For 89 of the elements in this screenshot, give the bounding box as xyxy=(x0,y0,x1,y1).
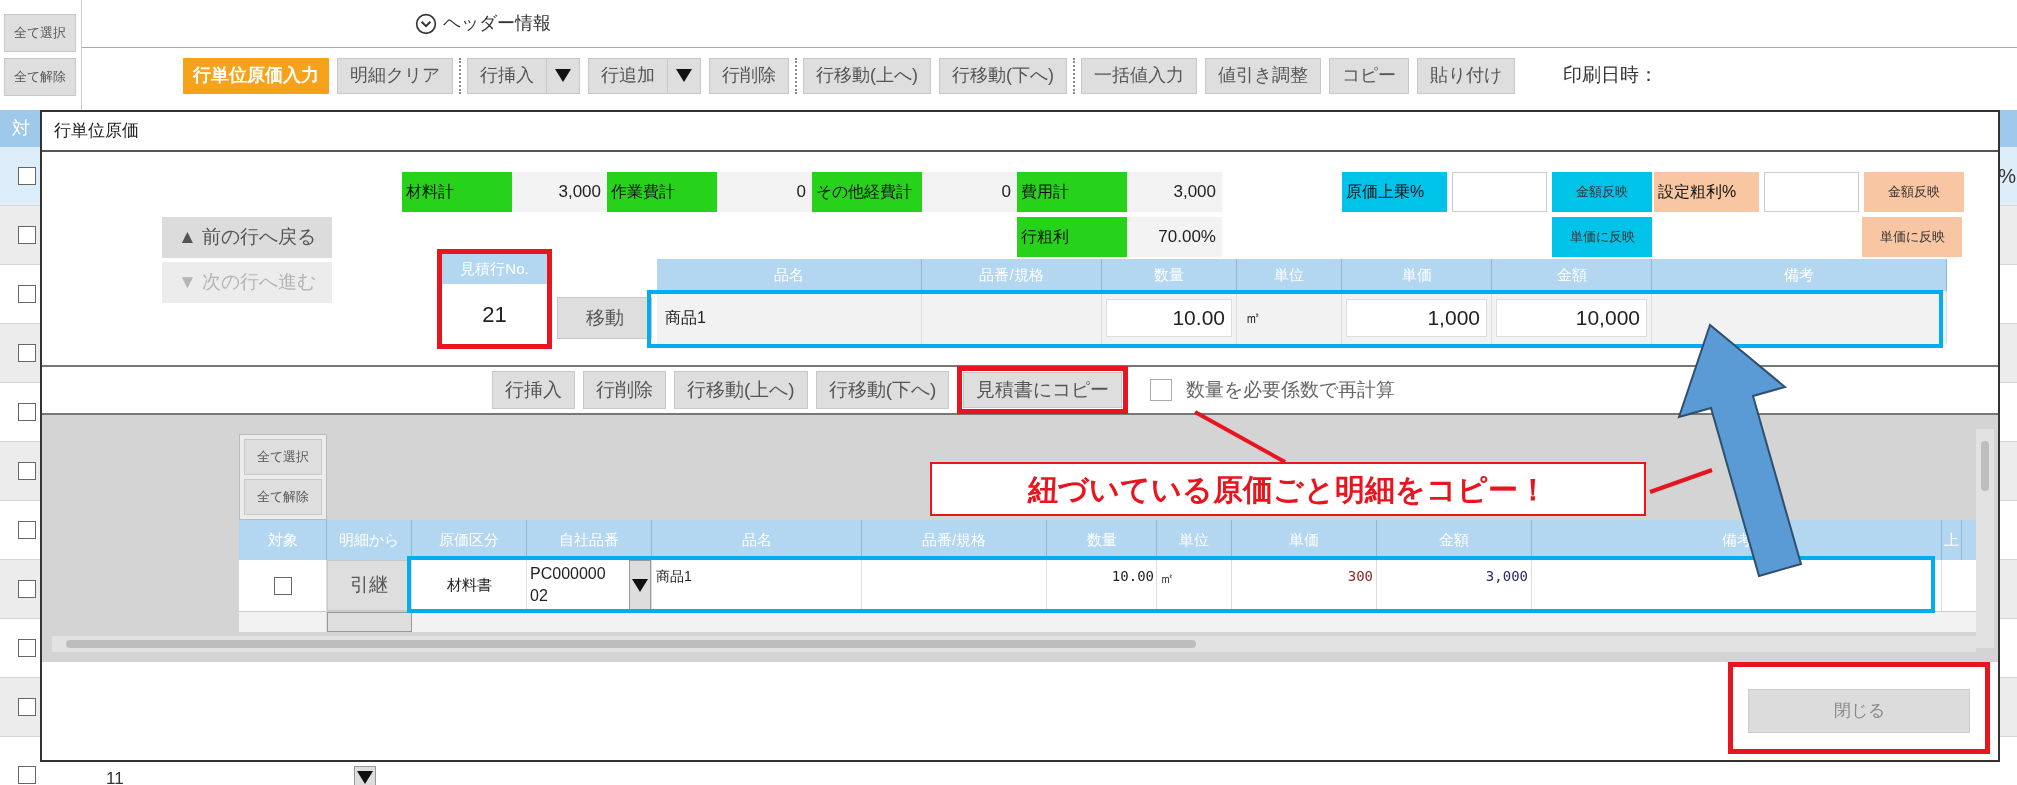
toolbar-button[interactable]: 値引き調整 xyxy=(1205,57,1321,94)
total-label: 行粗利 xyxy=(1017,217,1127,257)
checkbox[interactable] xyxy=(18,698,36,716)
dropdown-button[interactable] xyxy=(353,766,376,785)
action-button[interactable]: 行移動(上へ) xyxy=(674,371,808,409)
select-button[interactable]: 全て解除 xyxy=(4,58,76,96)
toolbar-button[interactable]: 明細クリア xyxy=(337,57,453,94)
total-value: 3,000 xyxy=(1127,172,1222,212)
checkbox[interactable] xyxy=(273,576,292,595)
caret-icon xyxy=(676,69,692,82)
select-button[interactable]: 全て選択 xyxy=(244,439,322,475)
callout: 紐づいている原価ごと明細をコピー！ xyxy=(930,462,1646,516)
checkbox[interactable] xyxy=(18,285,36,303)
total-label: 材料計 xyxy=(402,172,512,212)
row-number: 11 xyxy=(106,768,124,785)
checkbox-label: 数量を必要係数で再計算 xyxy=(1186,377,1396,402)
checkbox[interactable] xyxy=(18,639,36,657)
total-label: その他経費計 xyxy=(812,172,922,212)
column-header: 数量 xyxy=(1102,259,1237,291)
toolbar-button[interactable]: 行削除 xyxy=(709,57,789,94)
table-cell-text: 300 xyxy=(1347,567,1373,586)
column-header: 備考 xyxy=(1652,259,1947,291)
action-button[interactable]: 行削除 xyxy=(583,371,666,409)
checkbox[interactable] xyxy=(18,167,36,185)
total-value: 70.00% xyxy=(1127,217,1222,257)
leader-line xyxy=(1648,468,1714,494)
total-label: 作業費計 xyxy=(607,172,717,212)
action-button[interactable]: 行移動(下へ) xyxy=(815,371,950,409)
adjust-label: 原価上乗% xyxy=(1342,172,1447,212)
checkbox[interactable] xyxy=(18,226,36,244)
action-button[interactable]: 行挿入 xyxy=(492,371,575,409)
column-header: 対 xyxy=(12,117,30,140)
select-button[interactable]: 全て選択 xyxy=(4,14,76,52)
print-date-label: 印刷日時： xyxy=(1563,63,1658,88)
table-cell-text: 材料書 xyxy=(446,575,492,596)
row-nav-button[interactable]: ▲ 前の行へ戻る xyxy=(162,217,332,258)
checkbox[interactable] xyxy=(18,344,36,362)
caret-icon xyxy=(555,69,571,82)
total-label: 費用計 xyxy=(1017,172,1127,212)
table-cell-text: 10.00 xyxy=(1111,567,1154,586)
checkbox[interactable] xyxy=(1150,379,1173,401)
header-toggle[interactable]: ヘッダー情報 xyxy=(415,10,551,37)
total-value: 0 xyxy=(717,172,812,212)
checkbox[interactable] xyxy=(18,462,36,480)
total-value: 3,000 xyxy=(512,172,607,212)
table-input[interactable]: 10.00 xyxy=(1106,298,1232,337)
vertical-scrollbar[interactable] xyxy=(1976,429,1994,648)
action-button[interactable]: 見積書にコピー xyxy=(963,372,1123,408)
table-input[interactable]: 10,000 xyxy=(1496,298,1647,337)
column-header: 単位 xyxy=(1237,259,1342,291)
row-number-label: 見積行No. xyxy=(442,254,547,284)
table-cell: ㎡ xyxy=(1160,570,1174,586)
apply-button[interactable]: 金額反映 xyxy=(1864,172,1964,212)
table-cell-text: PC00000002 xyxy=(529,564,607,606)
split-button[interactable]: 行追加 xyxy=(588,57,701,94)
dropdown-button[interactable] xyxy=(629,560,651,611)
chevron-icon xyxy=(415,12,437,35)
apply-button[interactable]: 単価に反映 xyxy=(1862,217,1962,257)
apply-button[interactable]: 単価に反映 xyxy=(1552,217,1652,257)
caret-icon xyxy=(632,579,648,592)
column-header: 金額 xyxy=(1492,259,1652,291)
checkbox[interactable] xyxy=(18,580,36,598)
move-button[interactable]: 移動 xyxy=(557,297,652,339)
table-cell-text: ㎡ xyxy=(1244,307,1262,328)
checkbox[interactable] xyxy=(18,766,36,784)
horizontal-scrollbar[interactable] xyxy=(52,636,1976,652)
apply-button[interactable]: 金額反映 xyxy=(1552,172,1652,212)
column-header: 単価 xyxy=(1342,259,1492,291)
adjust-label: 設定粗利% xyxy=(1654,172,1759,212)
column-header: 品名 xyxy=(657,259,922,291)
caret-icon xyxy=(356,770,373,784)
total-value: 0 xyxy=(922,172,1017,212)
checkbox[interactable] xyxy=(18,403,36,421)
dialog-title: 行単位原価 xyxy=(54,120,139,143)
toolbar-button[interactable]: 貼り付け xyxy=(1417,57,1515,94)
toolbar-button[interactable]: 行移動(上へ) xyxy=(803,57,931,94)
checkbox[interactable] xyxy=(18,521,36,539)
select-button[interactable]: 全て解除 xyxy=(244,479,322,515)
table-cell: 商品1 xyxy=(656,568,692,584)
percent-field[interactable] xyxy=(1452,172,1547,212)
column-header: 品番/規格 xyxy=(922,259,1102,291)
toolbar-button[interactable]: 行移動(下へ) xyxy=(939,57,1067,94)
table-cell-text: 3,000 xyxy=(1485,567,1528,586)
toolbar-button[interactable]: 一括値入力 xyxy=(1081,57,1197,94)
percent-field[interactable] xyxy=(1764,172,1859,212)
toolbar-button[interactable]: コピー xyxy=(1329,57,1409,94)
table-input[interactable]: 1,000 xyxy=(1346,298,1487,337)
split-button[interactable]: 行挿入 xyxy=(467,57,580,94)
table-cell-text: 商品1 xyxy=(664,307,707,328)
